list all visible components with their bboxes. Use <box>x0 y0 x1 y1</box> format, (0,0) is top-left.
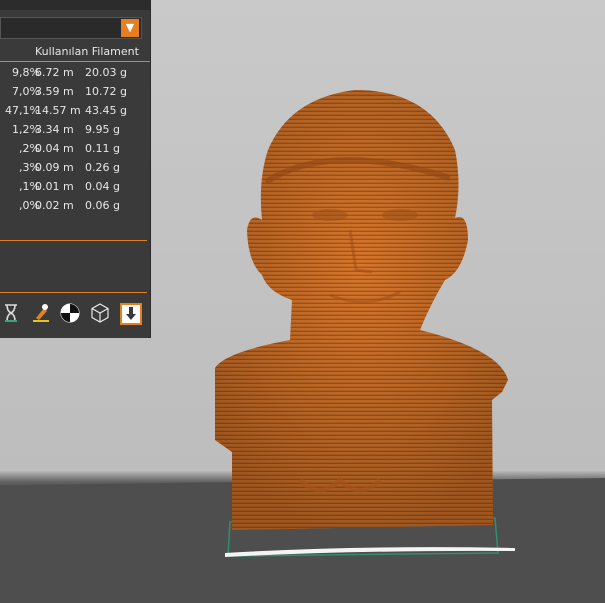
row-weight: 0.26 g <box>85 161 120 174</box>
table-row: ,0% 0.02 m 0.06 g <box>0 199 150 218</box>
table-row: ,3% 0.09 m 0.26 g <box>0 161 150 180</box>
preview-toolbar <box>0 300 150 328</box>
table-row: ,2% 0.04 m 0.11 g <box>0 142 150 161</box>
row-weight: 10.72 g <box>85 85 127 98</box>
panel-top-strip <box>0 0 150 10</box>
divider <box>0 292 147 293</box>
row-length: 3.59 m <box>35 85 74 98</box>
filament-usage-panel: ▼ Kullanılan Filament 9,8% 6.72 m 20.03 … <box>0 0 150 338</box>
column-header-used-filament: Kullanılan Filament <box>35 45 139 58</box>
table-row: 47,1% 14.57 m 43.45 g <box>0 104 150 123</box>
cube-outline-icon[interactable] <box>89 302 111 324</box>
row-weight: 0.04 g <box>85 180 120 193</box>
row-length: 14.57 m <box>35 104 81 117</box>
paint-brush-icon[interactable] <box>30 302 52 324</box>
table-row: 9,8% 6.72 m 20.03 g <box>0 66 150 85</box>
row-length: 0.01 m <box>35 180 74 193</box>
view-mode-dropdown[interactable]: ▼ <box>0 17 142 39</box>
bust-model <box>215 90 508 530</box>
table-row: 1,2% 3.34 m 9.95 g <box>0 123 150 142</box>
row-length: 3.34 m <box>35 123 74 136</box>
table-row: 7,0% 3.59 m 10.72 g <box>0 85 150 104</box>
row-weight: 0.11 g <box>85 142 120 155</box>
download-arrow-icon[interactable] <box>119 302 143 325</box>
filament-table-header: Kullanılan Filament <box>0 43 150 62</box>
table-row: ,1% 0.01 m 0.04 g <box>0 180 150 199</box>
row-weight: 20.03 g <box>85 66 127 79</box>
row-length: 6.72 m <box>35 66 74 79</box>
row-weight: 0.06 g <box>85 199 120 212</box>
row-length: 0.09 m <box>35 161 74 174</box>
row-length: 0.02 m <box>35 199 74 212</box>
chevron-down-icon[interactable]: ▼ <box>121 19 139 37</box>
contrast-circle-icon[interactable] <box>59 302 81 324</box>
row-weight: 43.45 g <box>85 104 127 117</box>
hourglass-icon[interactable] <box>0 302 22 324</box>
row-weight: 9.95 g <box>85 123 120 136</box>
divider <box>0 240 147 241</box>
row-length: 0.04 m <box>35 142 74 155</box>
